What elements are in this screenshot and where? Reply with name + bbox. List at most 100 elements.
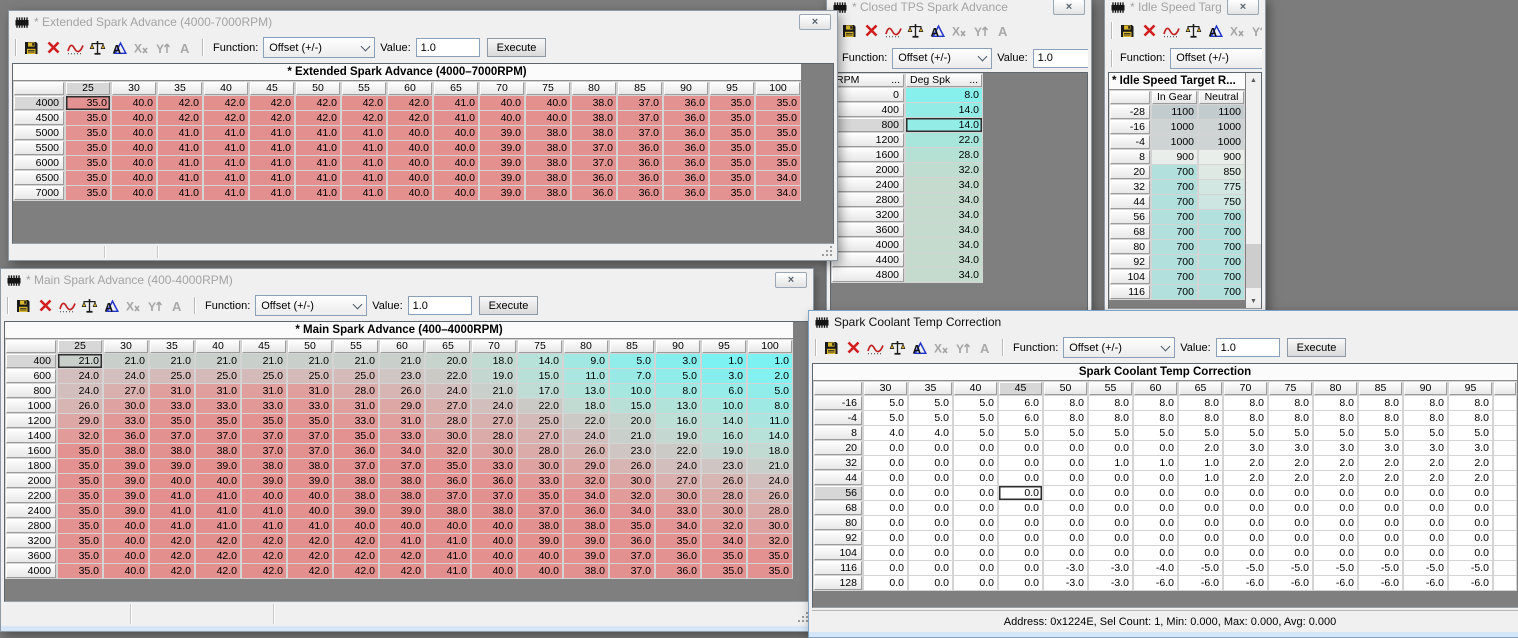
table-cell[interactable]: 0.0 (1089, 471, 1132, 485)
table-cell[interactable]: 0.0 (1314, 531, 1357, 545)
table-cell[interactable]: 40.0 (388, 141, 432, 155)
table-cell[interactable]: 35.0 (710, 111, 754, 125)
table-cell[interactable]: 41.0 (196, 504, 240, 518)
table-cell[interactable]: 41.0 (342, 126, 386, 140)
table-cell[interactable]: 0.0 (1269, 486, 1312, 500)
table-cell[interactable]: 0.0 (1044, 531, 1087, 545)
table-cell[interactable]: 41.0 (158, 141, 202, 155)
table-cell[interactable]: 700 (1152, 195, 1197, 209)
table-cell[interactable]: 42.0 (250, 96, 294, 110)
column-header[interactable]: 55 (342, 82, 386, 95)
table-cell[interactable]: 2.0 (1359, 471, 1402, 485)
table-cell[interactable]: 3.0 (656, 354, 700, 368)
table-cell[interactable]: 8.0 (1044, 396, 1087, 410)
table-cell[interactable]: 13.0 (656, 399, 700, 413)
row-header[interactable]: 44 (1110, 195, 1150, 209)
table-cell[interactable]: 28.0 (906, 148, 982, 162)
table-cell[interactable]: 0.0 (999, 486, 1042, 500)
table-cell[interactable]: 2.0 (1269, 471, 1312, 485)
table-cell[interactable]: 35.0 (66, 111, 110, 125)
row-header[interactable]: 400 (6, 354, 56, 368)
table-cell[interactable]: 37.0 (472, 489, 516, 503)
table-cell[interactable]: 30.0 (610, 474, 654, 488)
table-cell[interactable]: 5.0 (1089, 426, 1132, 440)
column-header[interactable]: 45 (250, 82, 294, 95)
table-cell[interactable]: 38.0 (526, 126, 570, 140)
table-cell[interactable]: 26.0 (610, 459, 654, 473)
table-cell[interactable]: -5.0 (1314, 561, 1357, 575)
table-cell[interactable]: 33.0 (288, 399, 332, 413)
table-cell[interactable]: 41.0 (296, 126, 340, 140)
delete-icon[interactable] (1139, 21, 1159, 40)
table-cell[interactable]: 14.0 (748, 429, 792, 443)
table-cell[interactable]: 0.0 (1089, 441, 1132, 455)
table-cell[interactable]: 40.0 (112, 96, 156, 110)
table-cell[interactable]: 37.0 (572, 141, 616, 155)
table-cell[interactable]: 37.0 (518, 504, 562, 518)
row-header[interactable]: 3200 (6, 534, 56, 548)
table-cell[interactable]: 37.0 (610, 564, 654, 578)
table-cell[interactable]: 5.0 (1404, 426, 1447, 440)
table-cell[interactable]: 35.0 (58, 549, 102, 563)
table-cell[interactable]: 38.0 (334, 474, 378, 488)
table-cell[interactable]: 5.0 (909, 411, 952, 425)
column-header[interactable]: 100 (756, 82, 800, 95)
table-cell[interactable]: 37.0 (572, 156, 616, 170)
table-cell[interactable]: 0.0 (864, 501, 907, 515)
table-cell[interactable]: 0.0 (909, 456, 952, 470)
table-cell[interactable]: 40.0 (472, 564, 516, 578)
table-cell[interactable]: 0.0 (1224, 531, 1267, 545)
table-cell[interactable]: 35.0 (58, 474, 102, 488)
table-cell[interactable]: 0.0 (1224, 486, 1267, 500)
table-cell[interactable]: 8.0 (1404, 396, 1447, 410)
column-header[interactable]: 80 (564, 340, 608, 353)
table-cell[interactable]: 0.0 (1044, 456, 1087, 470)
table-cell[interactable]: 28.0 (702, 489, 746, 503)
table-cell[interactable]: 42.0 (334, 564, 378, 578)
save-icon[interactable] (821, 338, 841, 357)
table-cell[interactable]: 5.0 (954, 426, 997, 440)
table-cell[interactable]: 34.0 (610, 504, 654, 518)
titlebar-coolant[interactable]: Spark Coolant Temp Correction (812, 311, 1518, 333)
table-cell[interactable]: 0.0 (954, 561, 997, 575)
table-cell[interactable]: 0.0 (999, 516, 1042, 530)
row-header[interactable]: 1800 (6, 459, 56, 473)
table-cell[interactable]: 0.0 (1449, 516, 1492, 530)
table-cell[interactable]: -6.0 (1359, 576, 1402, 590)
table-cell[interactable]: 40.0 (288, 489, 332, 503)
table-cell[interactable]: 31.0 (380, 414, 424, 428)
table-cell[interactable]: 3.0 (1224, 441, 1267, 455)
table-cell[interactable]: 0.0 (1089, 531, 1132, 545)
table-cell[interactable]: 0.0 (1179, 546, 1222, 560)
table-cell[interactable]: 0.0 (1404, 531, 1447, 545)
table-cell[interactable]: 27.0 (656, 474, 700, 488)
table-cell[interactable]: 40.0 (112, 171, 156, 185)
table-cell[interactable]: 0.0 (1449, 546, 1492, 560)
table-cell[interactable]: 41.0 (150, 519, 194, 533)
table-cell[interactable]: 0.0 (1044, 501, 1087, 515)
table-cell[interactable]: 39.0 (480, 171, 524, 185)
column-header[interactable]: 30 (112, 82, 156, 95)
compare-icon[interactable]: A (927, 21, 947, 40)
compare-icon[interactable]: A (101, 296, 121, 315)
table-cell[interactable]: 0.0 (954, 576, 997, 590)
table-cell[interactable]: 21.0 (104, 354, 148, 368)
table-cell[interactable]: 0.0 (1134, 471, 1177, 485)
compare-icon[interactable]: A (909, 338, 929, 357)
titlebar-closed-tps[interactable]: * Closed TPS Spark Advance × (830, 0, 1088, 16)
table-cell[interactable]: 1.0 (1179, 456, 1222, 470)
save-icon[interactable] (21, 38, 41, 57)
column-header[interactable]: 90 (656, 340, 700, 353)
table-cell[interactable]: 42.0 (334, 549, 378, 563)
table-cell[interactable]: 38.0 (518, 519, 562, 533)
column-header[interactable]: 65 (1179, 382, 1222, 395)
table-cell[interactable]: 900 (1152, 150, 1197, 164)
delete-icon[interactable] (43, 38, 63, 57)
table-cell[interactable]: 36.0 (656, 564, 700, 578)
table-cell[interactable]: 36.0 (334, 444, 378, 458)
scales-icon[interactable] (1183, 21, 1203, 40)
table-cell[interactable]: 40.0 (104, 534, 148, 548)
table-cell[interactable]: 700 (1152, 255, 1197, 269)
table-cell[interactable]: 37.0 (242, 444, 286, 458)
table-cell[interactable]: 1.0 (1134, 456, 1177, 470)
